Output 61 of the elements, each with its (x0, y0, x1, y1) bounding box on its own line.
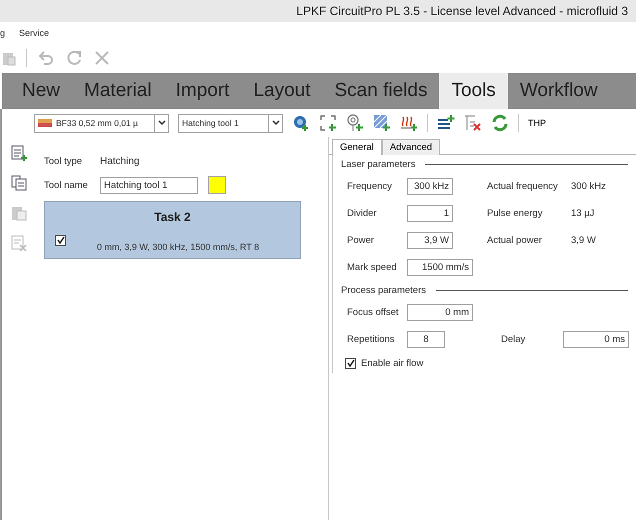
ribbon-tab[interactable]: Import (164, 73, 242, 109)
input-field[interactable]: 3,9 W (407, 232, 453, 249)
task-title: Task 2 (153, 210, 192, 224)
tool-name-field[interactable]: Hatching tool 1 (100, 176, 198, 194)
refresh-icon[interactable] (491, 114, 509, 132)
task-checkbox[interactable] (55, 234, 66, 246)
hatch-add-icon[interactable] (373, 114, 391, 132)
flag-icon (38, 119, 52, 127)
input-field[interactable]: 300 kHz (407, 178, 453, 195)
material-dropdown[interactable]: BF33 0,52 mm 0,01 µ (34, 114, 169, 132)
section-heading: Laser parameters (341, 158, 416, 170)
info-label: Actual frequency (487, 181, 559, 192)
menu-item[interactable]: Service (19, 28, 50, 38)
tab[interactable]: Advanced (382, 139, 440, 155)
zoom-add-icon[interactable] (292, 114, 310, 132)
window-title: LPKF CircuitPro PL 3.5 - License level Advanced - microfluid 3 (296, 4, 628, 18)
list-add-icon[interactable] (437, 114, 455, 132)
copy-icon[interactable] (11, 175, 27, 191)
ribbon-tab[interactable]: Workflow (508, 73, 610, 109)
ribbon-tab[interactable]: Tools (439, 73, 508, 109)
input-field[interactable]: 0 ms (563, 331, 629, 348)
field-label: Focus offset (347, 307, 400, 318)
ribbon-tab[interactable]: Layout (241, 73, 322, 109)
menu-item[interactable]: g (0, 28, 6, 38)
input-field[interactable]: 1500 mm/s (407, 259, 473, 276)
field-label: Delay (501, 334, 526, 345)
field-label: Frequency (347, 181, 393, 192)
ribbon-tab[interactable]: New (10, 73, 72, 109)
info-value: 13 µJ (571, 208, 594, 219)
tool-dropdown[interactable]: Hatching tool 1 (178, 114, 283, 132)
input-field[interactable]: 1 (407, 205, 453, 222)
info-label: Actual power (487, 235, 543, 246)
list-add-icon[interactable] (11, 145, 27, 161)
checkbox[interactable] (345, 358, 356, 368)
info-value: 300 kHz (571, 181, 606, 192)
field-label: Mark speed (347, 262, 398, 273)
checkbox-label: Enable air flow (361, 358, 424, 368)
section-heading: Process parameters (341, 284, 426, 296)
field-label: Tool type (44, 156, 84, 166)
tab[interactable]: General (332, 139, 382, 155)
task-summary: 0 mm, 3,9 W, 300 kHz, 1500 mm/s, RT 8 (96, 242, 260, 252)
heat-add-icon[interactable] (400, 114, 418, 132)
field-label: Divider (347, 208, 378, 219)
frame-add-icon[interactable] (319, 114, 337, 132)
thp-button[interactable]: THP (528, 118, 546, 128)
info-label: Pulse energy (487, 208, 544, 219)
field-label: Tool name (44, 180, 89, 190)
color-swatch[interactable] (208, 176, 226, 194)
tool-type-value: Hatching (100, 156, 140, 166)
info-value: 3,9 W (571, 235, 596, 246)
field-label: Repetitions (347, 334, 396, 345)
field-label: Power (347, 235, 375, 246)
caret-icon (158, 120, 166, 126)
ribbon-tab[interactable]: Scan fields (322, 73, 440, 109)
ribbon-tab[interactable]: Material (72, 73, 164, 109)
target-add-icon[interactable] (346, 114, 364, 132)
input-field[interactable]: 8 (407, 331, 445, 348)
caret-icon (272, 120, 280, 126)
task-card[interactable]: Task 2 0 mm, 3,9 W, 300 kHz, 1500 mm/s, RT 8 (44, 201, 301, 259)
list-delete-icon[interactable] (464, 114, 482, 132)
input-field[interactable]: 0 mm (407, 304, 473, 321)
